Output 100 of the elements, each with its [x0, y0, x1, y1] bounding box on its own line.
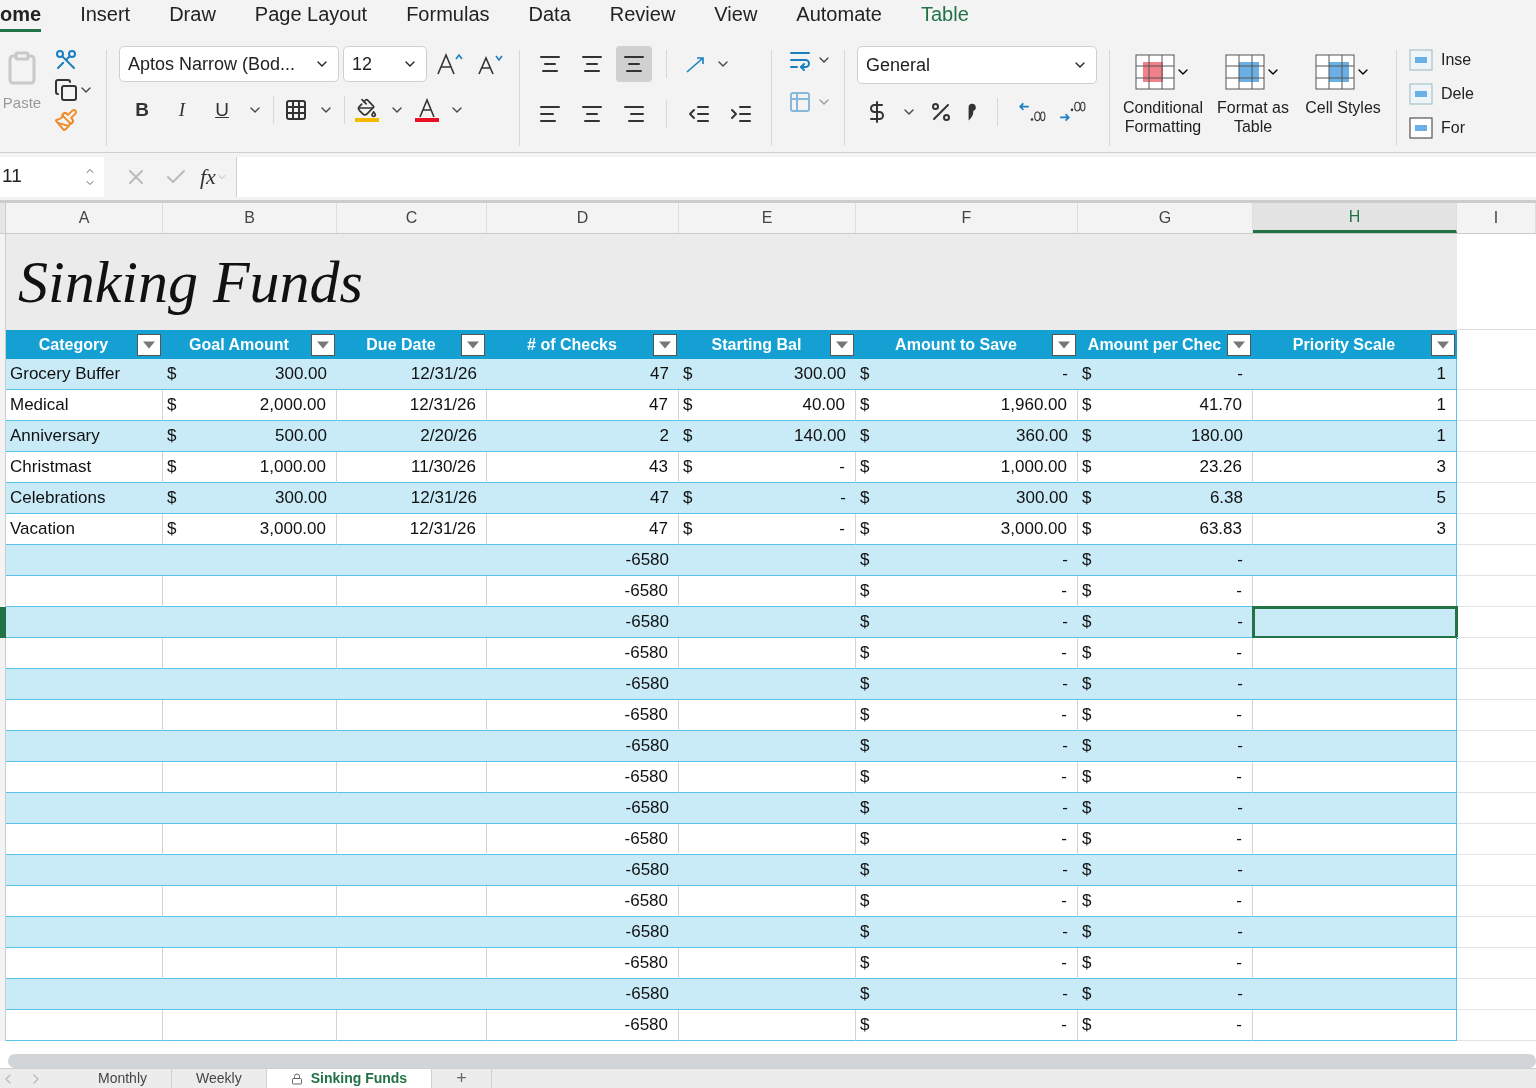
bold-button[interactable]: B [127, 96, 157, 125]
table-cell: 47 [487, 359, 679, 390]
sheet-tab[interactable]: Sinking Funds [266, 1069, 433, 1088]
sheet-tab-label[interactable]: Monthly [98, 1068, 148, 1088]
column-header[interactable]: I [1457, 203, 1536, 233]
number-format-dropdown[interactable]: General [857, 46, 1097, 84]
format-painter-icon[interactable] [54, 108, 78, 132]
table-cell: $ - [856, 607, 1078, 638]
sheet-tab[interactable]: Weekly [172, 1069, 267, 1088]
ribbon-tab[interactable]: Formulas [406, 3, 490, 32]
name-box[interactable]: 11 [0, 156, 104, 197]
table-cell: $ - [1078, 638, 1253, 669]
italic-button[interactable]: I [167, 96, 197, 125]
ribbon-tab[interactable]: ome [0, 3, 42, 32]
table-cell: $ 41.70 [1078, 390, 1253, 421]
table-cell: $ - [1078, 824, 1253, 855]
table-cell: $ - [1078, 731, 1253, 762]
borders-icon[interactable] [284, 98, 308, 123]
table-grid-icon[interactable] [1315, 54, 1355, 90]
table-cell: $ - [856, 1010, 1078, 1041]
table-cell: $ - [1078, 576, 1253, 607]
table-cell: $ - [856, 793, 1078, 824]
column-header[interactable]: H [1253, 203, 1457, 233]
table-cell: Celebrations [6, 483, 163, 514]
table-cell: $ 500.00 [163, 421, 337, 452]
cells-button-label[interactable]: For [1441, 116, 1465, 140]
cells-button-label[interactable]: Inse [1441, 48, 1472, 72]
table-cell: 12/31/26 [337, 359, 487, 390]
triangle-icon [1437, 340, 1449, 349]
table-cells-icon[interactable] [1409, 82, 1433, 106]
table-cell: 43 [487, 452, 679, 483]
column-header[interactable]: B [163, 203, 337, 233]
table-cell: 47 [487, 514, 679, 545]
column-header[interactable]: C [337, 203, 487, 233]
ribbon-tab[interactable]: Insert [80, 3, 131, 32]
copy-icon[interactable] [54, 78, 78, 102]
filter-dropdown[interactable] [653, 333, 677, 356]
table-cell: $ - [1078, 607, 1253, 638]
table-cell: 11/30/26 [337, 452, 487, 483]
formula-input[interactable] [235, 156, 1536, 197]
ribbon-tab[interactable]: View [714, 3, 758, 32]
column-header[interactable]: D [487, 203, 679, 233]
column-header[interactable]: A [6, 203, 163, 233]
table-grid-icon[interactable] [1135, 54, 1175, 90]
cells-button-label[interactable]: Dele [1441, 82, 1474, 106]
table-cell: $ - [856, 545, 1078, 576]
filter-dropdown[interactable] [1052, 333, 1076, 356]
ribbon-tab[interactable]: Table [920, 3, 969, 32]
column-header[interactable]: F [856, 203, 1078, 233]
filter-dropdown[interactable] [311, 333, 335, 356]
table-cell: 5 [1253, 483, 1457, 514]
ribbon-tab[interactable]: Review [609, 3, 676, 32]
table-cell: 47 [487, 390, 679, 421]
font-color-icon[interactable] [415, 98, 439, 123]
column-header[interactable]: E [679, 203, 856, 233]
table-cell: $ 180.00 [1078, 421, 1253, 452]
ribbon-tab[interactable]: Data [528, 3, 571, 32]
filter-dropdown[interactable] [461, 333, 485, 356]
table-cell: $ - [856, 762, 1078, 793]
add-sheet-button[interactable]: + [432, 1069, 492, 1088]
ribbon-tab[interactable]: Page Layout [254, 3, 368, 32]
table-cell: -6580 [487, 855, 679, 886]
table-cell: 12/31/26 [337, 390, 487, 421]
ribbon-button-label[interactable]: Conditional Formatting [1122, 98, 1204, 136]
table-cell: -6580 [487, 638, 679, 669]
table-cell: $ 1,000.00 [856, 452, 1078, 483]
table-cell: $ - [1078, 886, 1253, 917]
table-cell: $ - [1078, 793, 1253, 824]
table-cells-icon[interactable] [1409, 116, 1433, 140]
sheet-title: Sinking Funds [18, 248, 363, 317]
filter-dropdown[interactable] [1431, 333, 1455, 356]
ribbon-tab[interactable]: Draw [169, 3, 216, 32]
triangle-icon [317, 340, 329, 349]
table-cells-icon[interactable] [1409, 48, 1433, 72]
ribbon-tab[interactable]: Automate [796, 3, 882, 32]
fill-color-icon[interactable] [355, 98, 379, 123]
table-grid-icon[interactable] [1225, 54, 1265, 90]
table-cell: -6580 [487, 824, 679, 855]
percent-icon[interactable] [929, 100, 953, 124]
table-cell: Anniversary [6, 421, 163, 452]
table-cell: -6580 [487, 979, 679, 1010]
ribbon-button-label[interactable]: Cell Styles [1305, 98, 1381, 117]
ribbon-button-label[interactable]: Format as Table [1212, 98, 1294, 136]
table-cell: -6580 [487, 886, 679, 917]
font-size-dropdown[interactable]: 12 [343, 46, 427, 82]
sheet-tab-label[interactable]: Weekly [196, 1068, 242, 1088]
align-bottom-icon[interactable] [616, 46, 652, 82]
cut-icon[interactable] [54, 48, 78, 72]
column-heading: Starting Bal [710, 334, 803, 355]
filter-dropdown[interactable] [137, 333, 161, 356]
filter-dropdown[interactable] [1227, 333, 1251, 356]
decrease-decimal-icon[interactable] [1058, 100, 1086, 124]
triangle-icon [659, 340, 671, 349]
increase-decimal-icon[interactable] [1018, 100, 1046, 124]
sheet-tab-label[interactable]: Sinking Funds [310, 1068, 408, 1088]
filter-dropdown[interactable] [830, 333, 854, 356]
underline-button[interactable]: U [207, 96, 237, 125]
sheet-tab[interactable]: Monthly [74, 1069, 173, 1088]
font-name-dropdown[interactable]: Aptos Narrow (Bod... [119, 46, 339, 82]
insert-function-button[interactable]: fx [200, 160, 216, 193]
